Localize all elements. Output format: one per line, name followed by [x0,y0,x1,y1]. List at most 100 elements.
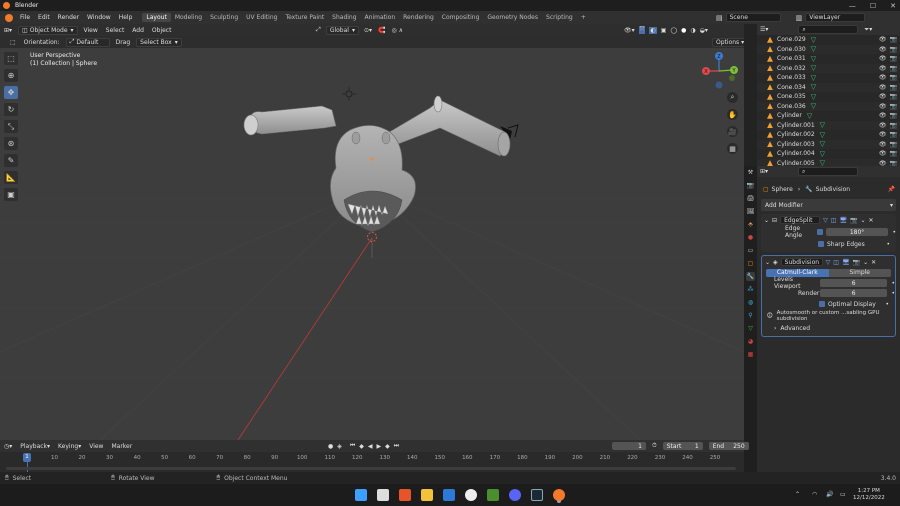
edit-mode-toggle-icon[interactable]: ▽ [823,217,828,224]
end-frame-field[interactable]: End 250 [708,442,749,450]
start-frame-field[interactable]: Start 1 [662,442,703,450]
visibility-eye-icon[interactable]: 👁 [879,84,887,91]
playback-menu[interactable]: Playback ▾ [16,443,54,450]
render-camera-icon[interactable]: 📷 [890,65,897,72]
add-modifier-button[interactable]: Add Modifier ▾ [761,199,896,211]
add-workspace-button[interactable]: + [577,13,590,22]
tab-modeling[interactable]: Modeling [171,13,206,22]
navigation-gizmo[interactable]: Z Y X [698,50,740,92]
render-tab-icon[interactable]: 📷 [746,181,755,190]
jump-end-icon[interactable]: ⏭ [394,442,399,450]
render-camera-icon[interactable]: 📷 [890,131,897,138]
minecraft-icon[interactable] [487,489,499,501]
add-cube-tool-icon[interactable]: ▣ [4,188,18,201]
data-tab-icon[interactable]: ▽ [746,324,755,333]
options-dropdown[interactable]: Options ▾ [712,37,749,47]
edge-angle-checkbox[interactable] [816,229,823,235]
render-camera-icon[interactable]: 📷 [890,55,897,62]
timeline-scrubber[interactable]: 0102030405060708090100110120130140150160… [0,452,744,472]
tab-compositing[interactable]: Compositing [438,13,484,22]
tool-tab-icon[interactable]: ⚒ [746,168,755,177]
play-reverse-icon[interactable]: ◀ [368,443,373,450]
constraints-tab-icon[interactable]: ⚲ [746,311,755,320]
edgesplit-name-field[interactable]: EdgeSplit [780,216,821,224]
measure-tool-icon[interactable]: 📐 [4,171,18,184]
visibility-eye-icon[interactable]: 👁 [879,74,887,81]
overlay-icon[interactable]: ◐ [649,26,657,34]
advanced-subpanel[interactable]: › Advanced [762,322,895,334]
outliner-row[interactable]: Cone.036 ▽ 👁 📷 [757,101,900,111]
keying-menu[interactable]: Keying ▾ [54,443,85,450]
keyframe-dot-icon[interactable]: • [891,290,895,297]
timeline-editor-icon[interactable]: ◷▾ [0,443,16,450]
outliner-row[interactable]: Cylinder.002 ▽ 👁 📷 [757,130,900,140]
visibility-eye-icon[interactable]: 👁 [879,122,887,129]
tab-uv-editing[interactable]: UV Editing [242,13,281,22]
outliner-row[interactable]: Cylinder.004 ▽ 👁 📷 [757,149,900,159]
tab-texture-paint[interactable]: Texture Paint [281,13,328,22]
render-camera-icon[interactable]: 📷 [890,150,897,157]
move-tool-icon[interactable]: ✥ [4,86,18,99]
scene-selector[interactable]: Scene [725,13,781,22]
render-camera-icon[interactable]: 📷 [890,46,897,53]
solid-shading-icon[interactable]: ● [681,27,686,34]
tray-chevron-icon[interactable]: ⌃ [795,491,800,498]
collapse-chevron-icon[interactable]: ⌄ [764,217,769,224]
visibility-eye-icon[interactable]: 👁 [879,141,887,148]
rotate-tool-icon[interactable]: ↻ [4,103,18,116]
orientation-dropdown[interactable]: ⤢ Default [65,37,110,47]
remove-modifier-icon[interactable]: ✕ [871,259,876,266]
brave-browser-icon[interactable] [399,489,411,501]
gizmo-toggle-icon[interactable]: ⤧ [638,26,646,34]
cage-toggle-icon[interactable]: ◫ [831,217,837,224]
visibility-icon[interactable]: 👁▾ [624,27,635,34]
levels-viewport-field[interactable]: 6 [819,279,888,287]
zoom-icon[interactable]: ⌕ [727,92,738,103]
view-layer-tab-icon[interactable]: 🖼 [746,207,755,216]
menu-add[interactable]: Add [128,27,148,34]
outliner-row[interactable]: Cylinder ▽ 👁 📷 [757,111,900,121]
menu-render[interactable]: Render [54,14,83,21]
record-icon[interactable]: ● [328,443,333,450]
scale-tool-icon[interactable]: ⤡ [4,120,18,133]
mode-dropdown[interactable]: ◫ Object Mode ▾ [18,25,78,35]
render-camera-icon[interactable]: 📷 [890,141,897,148]
snap-icon[interactable]: 🧲 [378,27,385,34]
render-camera-icon[interactable]: 📷 [890,84,897,91]
blender-taskbar-icon[interactable] [553,489,565,501]
clock[interactable]: 1:27 PM 12/12/2022 [853,488,885,502]
material-tab-icon[interactable]: ◕ [746,337,755,346]
render-levels-field[interactable]: 6 [819,289,888,297]
render-camera-icon[interactable]: 📷 [890,36,897,43]
outliner-search-input[interactable]: ⌕ [798,25,859,34]
file-explorer-icon[interactable] [421,489,433,501]
outliner-row[interactable]: Cone.032 ▽ 👁 📷 [757,63,900,73]
tab-sculpting[interactable]: Sculpting [206,13,242,22]
properties-editor-icon[interactable]: ⊞▾ [760,168,768,175]
subdivision-name-field[interactable]: Subdivision [780,258,823,266]
keyframe-dot-icon[interactable]: • [891,280,895,287]
rendered-shading-icon[interactable]: ◒▾ [700,27,708,34]
render-camera-icon[interactable]: 📷 [890,112,897,119]
collapse-chevron-icon[interactable]: ⌄ [765,259,770,266]
outliner-row[interactable]: Cone.033 ▽ 👁 📷 [757,73,900,83]
visibility-eye-icon[interactable]: 👁 [879,46,887,53]
object-tab-icon[interactable]: ▢ [746,259,755,268]
visibility-eye-icon[interactable]: 👁 [879,93,887,100]
cursor-tool-icon[interactable]: ⊕ [4,69,18,82]
outliner-row[interactable]: Cone.029 ▽ 👁 📷 [757,35,900,45]
visibility-eye-icon[interactable]: 👁 [879,36,887,43]
pan-hand-icon[interactable]: ✋ [727,109,738,120]
marker-menu[interactable]: Marker [107,443,136,450]
modifier-tab-icon[interactable]: 🔧 [746,272,755,281]
outliner-row[interactable]: Cone.031 ▽ 👁 📷 [757,54,900,64]
scene-tab-icon[interactable]: ⬘ [746,220,755,229]
edit-mode-toggle-icon[interactable]: ▽ [826,259,831,266]
visibility-eye-icon[interactable]: 👁 [879,55,887,62]
render-camera-icon[interactable]: 📷 [890,122,897,129]
minimize-icon[interactable]: — [849,2,856,10]
outliner[interactable]: ☰▾ ⌕ ⏷▾ Cone.029 ▽ 👁 📷 Cone.030 ▽ 👁 📷 Cone.031 ▽ 👁… [757,24,900,166]
maximize-icon[interactable]: ☐ [870,2,876,10]
optimal-display-checkbox[interactable] [819,301,825,307]
outliner-row[interactable]: Cone.034 ▽ 👁 📷 [757,82,900,92]
